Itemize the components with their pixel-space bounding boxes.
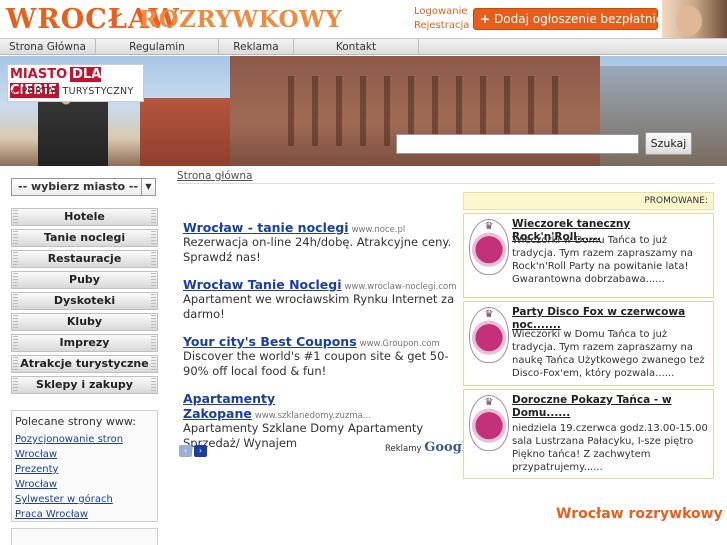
dance-school-crest-icon <box>469 395 511 455</box>
promoted-item[interactable]: Doroczne Pokazy Tańca - w Domu...... nie… <box>463 389 714 479</box>
sidebar-item-puby[interactable]: Puby <box>11 271 158 289</box>
ad-title[interactable]: Your city's Best Coupons <box>183 334 357 349</box>
promoted-text: niedziela 19.czerwca godz.13.00-15.00 sa… <box>512 423 708 473</box>
ad-url: www.noce.pl <box>351 225 406 235</box>
add-listing-button[interactable]: + Dodaj ogłoszenie bezpłatnie <box>473 8 663 30</box>
auth-links: Logowanie Rejestracja <box>414 5 469 33</box>
chevron-right-icon[interactable]: › <box>194 445 207 457</box>
sidebar-item-atrakcje[interactable]: Atrakcje turystyczne <box>11 355 158 373</box>
sidebar-item-sklepy[interactable]: Sklepy i zakupy <box>11 376 158 394</box>
promoted-item[interactable]: Wieczorek taneczny Rock'n'Roll...... Wie… <box>463 213 714 298</box>
header: WROCŁAW ROZRYWKOWY Logowanie Rejestracja… <box>0 0 727 38</box>
sidebar-item-imprezy[interactable]: Imprezy <box>11 334 158 352</box>
promoted-title[interactable]: Doroczne Pokazy Tańca - w Domu...... <box>512 394 710 420</box>
sidebar-bottom-box <box>11 528 158 545</box>
double-chevron-left-icon: « <box>11 86 18 97</box>
portal-logo[interactable]: MIASTO DLA CIEBIE «PORTAL TURYSTYCZNY <box>7 64 144 102</box>
city-select-value: -- wybierz miasto -- <box>18 180 139 193</box>
chevron-left-icon[interactable]: ‹ <box>179 445 192 457</box>
footer-site-link[interactable]: Wrocław rozrywkowy <box>556 506 723 522</box>
sidebar-item-kluby[interactable]: Kluby <box>11 313 158 331</box>
ad-item[interactable]: Wrocław - tanie noclegi www.noce.pl Rezer… <box>183 220 458 265</box>
plus-icon: + <box>480 12 491 26</box>
ad-url: www.szklanedomy.zuzma... <box>254 411 371 421</box>
breadcrumb-home[interactable]: Strona główna <box>177 170 252 182</box>
ad-description: Discover the world's #1 coupon site & ge… <box>183 349 449 378</box>
search-button[interactable]: Szukaj <box>645 132 692 155</box>
add-listing-label: Dodaj ogłoszenie bezpłatnie <box>494 12 664 26</box>
register-link[interactable]: Rejestracja <box>414 19 469 33</box>
recommended-link[interactable]: Prezenty <box>15 462 154 477</box>
promoted-header: PROMOWANE: <box>463 192 714 210</box>
chevron-down-icon[interactable]: ▼ <box>141 179 155 195</box>
ad-title[interactable]: Wrocław Tanie Noclegi <box>183 277 342 292</box>
sponsored-ads: Wrocław - tanie noclegi www.noce.pl Rezer… <box>183 220 458 463</box>
ad-url: www.Groupon.com <box>359 339 440 349</box>
sidebar-item-dyskoteki[interactable]: Dyskoteki <box>11 292 158 310</box>
sidebar-item-restauracje[interactable]: Restauracje <box>11 250 158 268</box>
portal-logo-subtitle: PORTAL TURYSTYCZNY <box>21 86 134 97</box>
recommended-link[interactable]: Praca Wrocław <box>15 507 154 522</box>
promoted-text: Wieczorki w Domu Tańca to już tradycja. … <box>512 329 705 379</box>
ad-item[interactable]: Your city's Best Coupons www.Groupon.com … <box>183 334 458 379</box>
site-logo-rozrywkowy[interactable]: ROZRYWKOWY <box>139 6 342 33</box>
ads-by-google[interactable]: Reklamy Google <box>385 440 475 455</box>
nav-kontakt[interactable]: Kontakt <box>294 39 419 55</box>
recommended-link[interactable]: Pozycjonowanie stron Wrocław <box>15 432 154 462</box>
recommended-sites-title: Polecane strony www: <box>15 415 136 428</box>
recommended-link[interactable]: Sylwester w górach <box>15 492 154 507</box>
recommended-link[interactable]: Wrocław <box>15 477 154 492</box>
breadcrumb: Strona główna <box>177 170 715 184</box>
recommended-sites-box: Polecane strony www: Pozycjonowanie stro… <box>11 410 158 522</box>
ad-item[interactable]: Wrocław Tanie Noclegi www.wroclaw-noclegi… <box>183 277 458 322</box>
banner-building-left <box>140 98 240 166</box>
promoted-item[interactable]: Party Disco Fox w czerwcowa noc....... W… <box>463 301 714 386</box>
ad-description: Rezerwacja on-line 24h/dobę. Atrakcyjne … <box>183 235 452 264</box>
login-link[interactable]: Logowanie <box>414 5 469 19</box>
city-select[interactable]: -- wybierz miasto -- ▼ <box>11 178 156 196</box>
ad-title[interactable]: Wrocław - tanie noclegi <box>183 220 349 235</box>
portal-logo-miasto: MIASTO <box>10 67 68 82</box>
search-input[interactable] <box>396 134 639 154</box>
ad-description: Apartament we wrocławskim Rynku Internet… <box>183 292 455 321</box>
header-photo <box>662 0 727 38</box>
promoted-text: Wieczorki w Domu Tańca to już tradycja. … <box>512 235 693 285</box>
nav-home[interactable]: Strona Główna <box>0 39 96 55</box>
ads-by-label: Reklamy <box>385 444 422 454</box>
top-navigation: Strona Główna Regulamin Reklama Kontakt <box>0 38 727 55</box>
nav-regulamin[interactable]: Regulamin <box>96 39 219 55</box>
sidebar-menu: Hotele Tanie noclegi Restauracje Puby Dy… <box>11 208 158 397</box>
ad-pager: ‹ › <box>179 443 209 457</box>
dance-school-crest-icon <box>469 307 511 367</box>
ad-url: www.wroclaw-noclegi.com <box>344 282 457 292</box>
nav-reklama[interactable]: Reklama <box>219 39 294 55</box>
sidebar-item-tanie-noclegi[interactable]: Tanie noclegi <box>11 229 158 247</box>
sidebar-item-hotele[interactable]: Hotele <box>11 208 158 226</box>
dance-school-crest-icon <box>469 219 511 279</box>
